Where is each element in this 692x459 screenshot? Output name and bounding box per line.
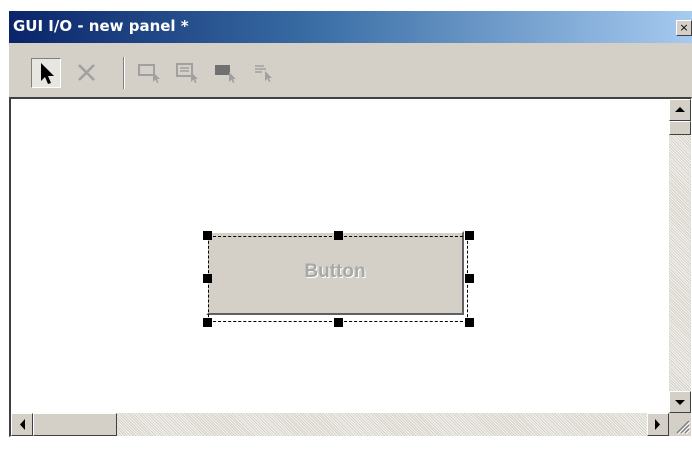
select-tool-button[interactable] [31,58,61,88]
left-arrow-icon [20,419,25,430]
add-button-tool[interactable] [135,58,165,88]
add-filled-tool[interactable] [211,58,241,88]
scroll-down-button[interactable] [669,391,691,413]
add-button-widget-icon [138,64,160,83]
add-label-widget-icon [255,65,272,82]
toolbar [9,43,692,97]
scroll-right-button[interactable] [647,413,669,436]
horizontal-scrollbar[interactable] [11,413,669,436]
add-input-widget-icon [176,63,198,83]
scroll-up-button[interactable] [669,99,691,121]
delete-tool-button[interactable] [73,58,103,88]
resize-handle-n[interactable] [334,231,343,240]
resize-handle-s[interactable] [334,318,343,327]
canvas-button-widget[interactable]: Button [206,231,464,315]
resize-handle-w[interactable] [203,274,212,283]
right-arrow-icon [655,419,660,430]
horizontal-scroll-thumb[interactable] [33,413,117,436]
resize-handle-nw[interactable] [203,231,212,240]
resize-handle-ne[interactable] [465,231,474,240]
vertical-scrollbar[interactable] [669,99,691,413]
resize-handle-e[interactable] [465,274,474,283]
delete-x-icon [78,64,95,81]
vertical-scroll-thumb[interactable] [669,121,691,135]
add-label-tool[interactable] [249,58,279,88]
size-grip[interactable] [669,413,691,436]
close-icon: × [679,21,689,34]
window-title: GUI I/O - new panel * [13,17,189,35]
select-pointer-icon [41,63,54,84]
down-arrow-icon [675,400,685,405]
up-arrow-icon [675,107,685,112]
add-input-tool[interactable] [173,58,203,88]
title-bar[interactable]: GUI I/O - new panel * × [9,11,692,43]
gui-io-panel-window: GUI I/O - new panel * × [9,11,692,437]
resize-grip-icon [676,420,691,435]
resize-handle-se[interactable] [465,318,474,327]
close-button[interactable]: × [676,20,692,36]
resize-handle-sw[interactable] [203,318,212,327]
toolbar-separator [123,57,125,89]
scroll-left-button[interactable] [11,413,33,436]
add-filled-widget-icon [215,65,236,83]
